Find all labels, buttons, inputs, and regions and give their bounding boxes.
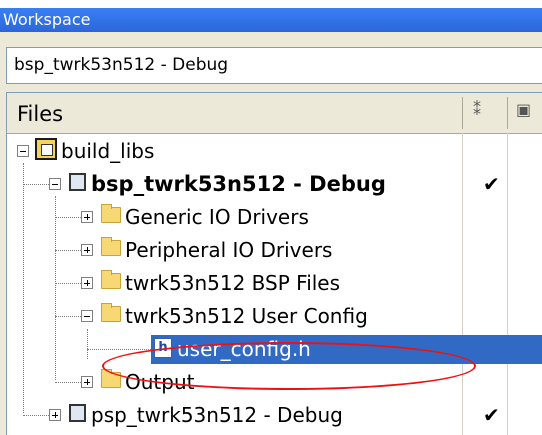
expand-toggle[interactable] bbox=[49, 409, 61, 421]
options-column-icon[interactable]: ⁑ bbox=[473, 100, 481, 119]
expand-toggle[interactable] bbox=[81, 277, 93, 289]
output-column-icon[interactable]: ▣ bbox=[516, 100, 531, 119]
tree-line bbox=[55, 382, 81, 383]
expand-toggle[interactable] bbox=[81, 376, 93, 388]
configuration-value: bsp_twrk53n512 - Debug bbox=[14, 55, 229, 75]
tree-item-generic-io-drivers[interactable]: Generic IO Drivers bbox=[7, 201, 542, 234]
tree-line bbox=[55, 283, 81, 284]
expand-toggle[interactable] bbox=[81, 211, 93, 223]
tree-line bbox=[55, 250, 81, 251]
column-header: Files ⁑ ▣ bbox=[7, 93, 542, 134]
tree-line bbox=[23, 184, 49, 185]
window-title: Workspace bbox=[3, 10, 91, 29]
header-separator bbox=[507, 97, 508, 129]
red-annotation-ellipse bbox=[102, 342, 476, 390]
collapse-toggle[interactable] bbox=[81, 310, 93, 322]
active-checkmark: ✔ bbox=[483, 172, 500, 196]
expand-toggle[interactable] bbox=[81, 244, 93, 256]
tree-item-psp-project[interactable]: psp_twrk53n512 - Debug ✔ bbox=[7, 399, 542, 432]
tree-item-label: twrk53n512 BSP Files bbox=[125, 271, 341, 295]
project-cube-icon bbox=[69, 404, 86, 422]
cropped-top-strip bbox=[0, 0, 542, 8]
collapse-toggle[interactable] bbox=[17, 145, 29, 157]
folder-icon bbox=[101, 237, 121, 256]
active-checkmark: ✔ bbox=[483, 403, 500, 427]
workspace-icon bbox=[35, 138, 57, 160]
workspace-titlebar: Workspace bbox=[0, 8, 542, 32]
tree-item-label: build_libs bbox=[61, 139, 155, 163]
tree-item-build-libs[interactable]: build_libs bbox=[7, 135, 542, 168]
configuration-select[interactable]: bsp_twrk53n512 - Debug bbox=[6, 47, 542, 84]
folder-icon bbox=[101, 204, 121, 223]
tree-line bbox=[55, 217, 81, 218]
folder-icon bbox=[101, 270, 121, 289]
tree-item-bsp-project[interactable]: bsp_twrk53n512 - Debug ✔ bbox=[7, 168, 542, 201]
tree-line bbox=[55, 316, 81, 317]
tree-item-user-config[interactable]: twrk53n512 User Config bbox=[7, 300, 542, 333]
tree-line bbox=[87, 349, 151, 350]
tree-item-label: Peripheral IO Drivers bbox=[125, 238, 333, 262]
tree-item-label: bsp_twrk53n512 - Debug bbox=[91, 172, 386, 196]
tree-item-peripheral-io-drivers[interactable]: Peripheral IO Drivers bbox=[7, 234, 542, 267]
tree-item-label: psp_twrk53n512 - Debug bbox=[91, 403, 343, 427]
tree-item-bsp-files[interactable]: twrk53n512 BSP Files bbox=[7, 267, 542, 300]
header-separator bbox=[462, 97, 463, 129]
tree-item-label: Generic IO Drivers bbox=[125, 205, 309, 229]
tree-line bbox=[23, 415, 49, 416]
tree-item-label: twrk53n512 User Config bbox=[125, 304, 368, 328]
files-column-header[interactable]: Files bbox=[17, 102, 63, 126]
project-cube-icon bbox=[69, 173, 86, 191]
collapse-toggle[interactable] bbox=[49, 178, 61, 190]
folder-icon bbox=[101, 303, 121, 322]
